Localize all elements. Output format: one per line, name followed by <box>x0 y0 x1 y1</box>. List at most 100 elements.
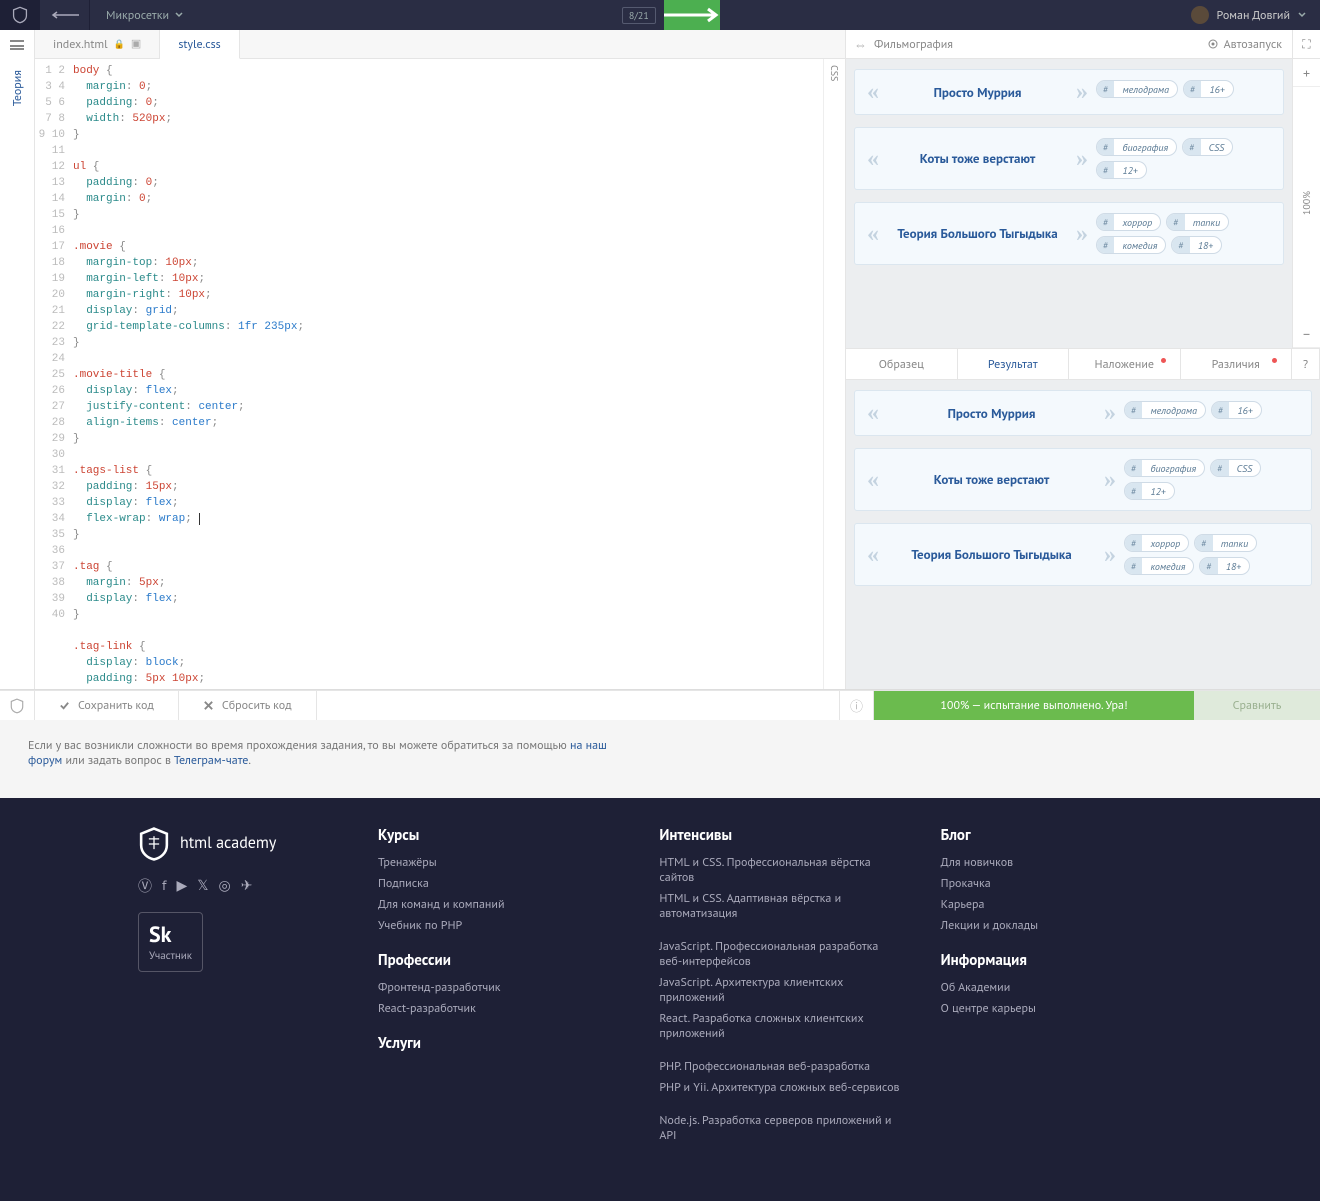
quote-icon: » <box>1076 222 1088 246</box>
footer-link[interactable]: React-разработчик <box>378 1001 619 1016</box>
autorun-toggle[interactable]: Автозапуск <box>1197 37 1292 52</box>
hash-icon: # <box>1125 483 1142 499</box>
tag[interactable]: #18+ <box>1199 557 1250 575</box>
hash-icon: # <box>1125 535 1142 551</box>
tag[interactable]: #хоррор <box>1096 213 1161 231</box>
zoom-in-button[interactable]: + <box>1293 59 1320 87</box>
code-editor[interactable]: body { margin: 0; padding: 0; width: 520… <box>71 59 823 689</box>
footer-link[interactable]: PHP. Профессиональная веб-разработка <box>659 1059 900 1074</box>
zoom-out-button[interactable]: − <box>1293 320 1320 348</box>
vk-icon[interactable]: Ⓥ <box>138 876 152 896</box>
tag[interactable]: #хоррор <box>1124 534 1189 552</box>
preview-pane: «Просто Муррия»#мелодрама#16+«Коты тоже … <box>846 59 1292 348</box>
breadcrumb-label: Микросетки <box>106 8 169 23</box>
arrow-right-icon <box>664 7 720 23</box>
quote-icon: « <box>867 543 879 567</box>
footer-link[interactable]: HTML и CSS. Профессиональная вёрстка сай… <box>659 855 900 885</box>
tag[interactable]: #биография <box>1124 459 1205 477</box>
next-button[interactable] <box>664 0 720 30</box>
theory-rail: Теория <box>0 30 35 689</box>
tag[interactable]: #комедия <box>1096 236 1166 254</box>
footer-link[interactable]: Об Академии <box>941 980 1182 995</box>
footer-logo[interactable]: html academy <box>138 826 338 862</box>
lock-icon: 🔒 <box>114 39 125 50</box>
tag[interactable]: #18+ <box>1171 236 1222 254</box>
tag[interactable]: #16+ <box>1211 401 1262 419</box>
tag[interactable]: #мелодрама <box>1096 80 1178 98</box>
tag[interactable]: #12+ <box>1124 482 1175 500</box>
result-tab-4[interactable]: ? <box>1292 349 1320 379</box>
footer-link[interactable]: JavaScript. Архитектура клиентских прило… <box>659 975 900 1005</box>
logo[interactable] <box>0 0 40 30</box>
footer-link[interactable]: PHP и Yii. Архитектура сложных веб-серви… <box>659 1080 900 1095</box>
quote-icon: « <box>867 80 879 104</box>
save-button[interactable]: Сохранить код <box>35 691 179 720</box>
instagram-icon[interactable]: ◎ <box>219 876 231 896</box>
movie-card: «Просто Муррия»#мелодрама#16+ <box>854 69 1284 115</box>
footer-heading: Профессии <box>378 951 619 970</box>
avatar <box>1191 6 1209 24</box>
tag[interactable]: #CSS <box>1210 459 1261 477</box>
telegram-link[interactable]: Телеграм-чате <box>174 753 249 768</box>
footer-link[interactable]: Учебник по PHP <box>378 918 619 933</box>
tag[interactable]: #тапки <box>1166 213 1229 231</box>
footer-link[interactable]: Фронтенд-разработчик <box>378 980 619 995</box>
movie-title: Просто Муррия <box>879 405 1104 422</box>
result-tab-3[interactable]: Различия <box>1181 349 1293 379</box>
restore-icon[interactable]: ▣ <box>131 37 141 51</box>
hash-icon: # <box>1184 81 1201 97</box>
footer-heading: Интенсивы <box>659 826 900 845</box>
footer-link[interactable]: Для команд и компаний <box>378 897 619 912</box>
info-icon[interactable]: ⓘ <box>839 691 874 720</box>
user-menu[interactable]: Роман Довгий <box>1177 6 1320 24</box>
resize-handle[interactable]: ⇔ <box>854 36 868 53</box>
movie-title: Коты тоже верстают <box>879 471 1104 488</box>
tag[interactable]: #16+ <box>1183 80 1234 98</box>
progress-counter: 8/21 <box>622 7 656 24</box>
result-tab-2[interactable]: Наложение <box>1069 349 1181 379</box>
footer-link[interactable]: Прокачка <box>941 876 1182 891</box>
result-tab-1[interactable]: Результат <box>958 349 1070 379</box>
tab-style-css[interactable]: style.css <box>160 30 239 59</box>
twitter-icon[interactable]: 𝕏 <box>197 876 208 896</box>
footer-link[interactable]: Карьера <box>941 897 1182 912</box>
tag[interactable]: #биография <box>1096 138 1177 156</box>
tag[interactable]: #мелодрама <box>1124 401 1206 419</box>
footer-link[interactable]: Тренажёры <box>378 855 619 870</box>
menu-icon[interactable] <box>10 40 24 50</box>
footer-link[interactable]: Node.js. Разработка серверов приложений … <box>659 1113 900 1143</box>
quote-icon: » <box>1104 401 1116 425</box>
theory-label[interactable]: Теория <box>10 70 25 106</box>
hash-icon: # <box>1125 402 1142 418</box>
facebook-icon[interactable]: f <box>162 876 166 896</box>
result-tabs: ОбразецРезультатНаложениеРазличия? <box>846 348 1320 380</box>
movie-card: «Теория Большого Тыгыдыка»#хоррор#тапки#… <box>854 202 1284 265</box>
result-tab-0[interactable]: Образец <box>846 349 958 379</box>
telegram-icon[interactable]: ✈ <box>241 876 253 896</box>
breadcrumb[interactable]: Микросетки <box>90 8 199 23</box>
footer-link[interactable]: О центре карьеры <box>941 1001 1182 1016</box>
tag[interactable]: #комедия <box>1124 557 1194 575</box>
footer-link[interactable]: Для новичков <box>941 855 1182 870</box>
arrow-left-icon <box>51 11 79 19</box>
youtube-icon[interactable]: ▶ <box>176 876 187 896</box>
hash-icon: # <box>1125 460 1142 476</box>
movie-card: «Коты тоже верстают»#биография#CSS#12+ <box>854 448 1312 511</box>
tag[interactable]: #тапки <box>1194 534 1257 552</box>
tags-list: #хоррор #тапки#комедия #18+ <box>1124 534 1299 575</box>
shield-icon <box>12 6 28 24</box>
footer-link[interactable]: JavaScript. Профессиональная разработка … <box>659 939 900 969</box>
tag[interactable]: #12+ <box>1096 161 1147 179</box>
footer-link[interactable]: HTML и CSS. Адаптивная вёрстка и автомат… <box>659 891 900 921</box>
hash-icon: # <box>1125 558 1142 574</box>
tag[interactable]: #CSS <box>1182 138 1233 156</box>
compare-button[interactable]: Сравнить <box>1194 691 1320 720</box>
footer-link[interactable]: Подписка <box>378 876 619 891</box>
fullscreen-button[interactable]: ⛶ <box>1292 30 1320 58</box>
footer-link[interactable]: React. Разработка сложных клиентских при… <box>659 1011 900 1041</box>
prev-button[interactable] <box>40 0 90 30</box>
tab-index-html[interactable]: index.html🔒▣ <box>35 30 160 58</box>
footer-link[interactable]: Лекции и доклады <box>941 918 1182 933</box>
reset-button[interactable]: Сбросить код <box>179 691 317 720</box>
footer-heading: Услуги <box>378 1034 619 1053</box>
